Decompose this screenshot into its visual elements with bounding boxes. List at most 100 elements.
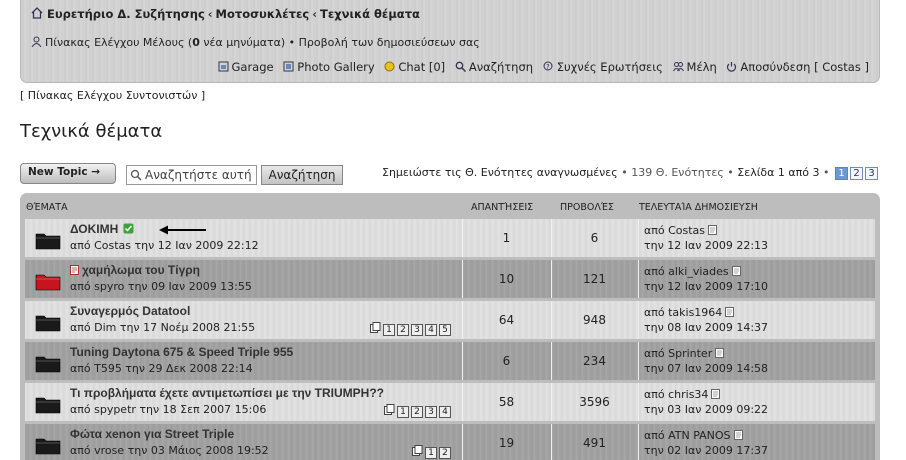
topic-title-link[interactable]: Συναγερμός Datatool xyxy=(70,304,190,318)
last-post-author: από Costas xyxy=(644,224,718,237)
view-count: 6 xyxy=(590,231,599,245)
topic-page-link[interactable]: 3 xyxy=(425,406,437,418)
members-icon xyxy=(672,62,684,72)
last-post-author: από chris34 xyxy=(644,388,721,401)
photo-gallery-icon xyxy=(283,61,294,72)
members-link[interactable]: Μέλη xyxy=(672,60,717,74)
topic-title-link[interactable]: ΔΟΚΙΜΗ xyxy=(70,222,134,236)
bullet: • xyxy=(727,166,734,179)
topic-page-link[interactable]: 1 xyxy=(397,406,409,418)
reply-count: 10 xyxy=(498,272,515,286)
reply-count: 6 xyxy=(502,354,511,368)
col-replies: ΑΠΑΝΤΉΣΕΙΣ xyxy=(471,202,534,213)
page-info: Σελίδα 1 από 3 xyxy=(737,166,820,179)
breadcrumb-item-index[interactable]: Ευρετήριο Δ. Συζήτησης xyxy=(47,7,205,21)
last-post-date: την 08 Ιαν 2009 14:37 xyxy=(644,321,769,334)
page-2-button[interactable]: 2 xyxy=(850,167,863,180)
topic-author: από spypetr την 18 Σεπ 2007 15:06 xyxy=(70,403,267,416)
bullet: • xyxy=(823,166,830,179)
topic-pages: 12 xyxy=(412,445,451,459)
table-row: Συναγερμός Datatool από Dim την 17 Νοέμ 2… xyxy=(25,301,875,339)
table-row: Tuning Daytona 675 & Speed Triple 955 από… xyxy=(25,342,875,380)
faq-icon: ? xyxy=(543,61,553,71)
attachment-icon xyxy=(70,265,79,275)
cell-divider xyxy=(638,260,639,298)
last-post-author: από ATN PANOS xyxy=(644,429,744,442)
topic-page-link[interactable]: 1 xyxy=(383,324,395,336)
topic-title-link[interactable]: Τι προβλήματα έχετε αντιμετωπίσει με την… xyxy=(70,386,384,400)
topic-count: 139 Θ. Ενότητες xyxy=(631,166,724,179)
moderator-panel-link[interactable]: [ Πίνακας Ελέγχου Συντονιστών ] xyxy=(20,89,205,102)
topic-page-link[interactable]: 5 xyxy=(439,324,451,336)
garage-icon xyxy=(218,61,228,72)
chat-link[interactable]: Chat [0] xyxy=(384,60,445,74)
go-to-post-icon[interactable] xyxy=(731,266,742,276)
search-placeholder: Αναζητήστε αυτή xyxy=(145,168,252,182)
topic-page-link[interactable]: 2 xyxy=(439,447,451,459)
view-posts-link[interactable]: Προβολή των δημοσιεύσεων σας xyxy=(299,36,480,49)
cell-divider xyxy=(638,301,639,339)
table-header: ΘΈΜΑΤΑ ΑΠΑΝΤΉΣΕΙΣ ΠΡΟΒΟΛΈΣ ΤΕΛΕΥΤΑΊΑ ΔΗΜ… xyxy=(20,193,880,217)
new-topic-button[interactable]: New Topic → xyxy=(20,163,116,184)
last-post-date: την 12 Ιαν 2009 22:13 xyxy=(644,239,769,252)
search-link[interactable]: Αναζήτηση xyxy=(455,60,533,74)
page-title: Τεχνικά θέματα xyxy=(20,121,163,142)
multipage-icon xyxy=(370,322,381,333)
topic-page-link[interactable]: 2 xyxy=(411,406,423,418)
garage-link[interactable]: Garage xyxy=(218,60,274,74)
view-count: 948 xyxy=(583,313,606,327)
page-3-button[interactable]: 3 xyxy=(865,167,878,180)
go-to-post-icon[interactable] xyxy=(708,225,718,235)
logout-link[interactable]: Αποσύνδεση [ Costas ] xyxy=(726,60,869,74)
last-post-date: την 12 Ιαν 2009 17:10 xyxy=(644,280,769,293)
multipage-icon xyxy=(384,404,395,415)
check-icon xyxy=(123,223,134,234)
mark-read-link[interactable]: Σημειώστε τις Θ. Ενότητες αναγνωσμένες xyxy=(382,166,618,179)
page-1-button[interactable]: 1 xyxy=(835,167,848,180)
search-input[interactable]: Αναζητήστε αυτή xyxy=(126,165,257,185)
topic-author: από T595 την 29 Δεκ 2008 22:14 xyxy=(70,362,253,375)
faq-link[interactable]: ? Συχνές Ερωτήσεις xyxy=(543,60,663,74)
topic-pages: 12345 xyxy=(370,322,451,336)
col-last-post: ΤΕΛΕΥΤΑΊΑ ΔΗΜΟΣΙΕΥΣΗ xyxy=(639,202,758,213)
cell-divider xyxy=(638,342,639,380)
last-post-author: από takis1964 xyxy=(644,306,735,319)
topic-title-link[interactable]: Tuning Daytona 675 & Speed Triple 955 xyxy=(70,345,293,359)
topic-pages: 1234 xyxy=(384,404,451,418)
topic-page-link[interactable]: 2 xyxy=(397,324,409,336)
go-to-post-icon[interactable] xyxy=(711,389,721,399)
power-icon xyxy=(727,62,737,72)
pagination-bar: Σημειώστε τις Θ. Ενότητες αναγνωσμένες •… xyxy=(382,166,878,180)
topic-author: από Dim την 17 Νοέμ 2008 21:55 xyxy=(70,321,256,334)
topic-author: από spyro την 09 Ιαν 2009 13:55 xyxy=(70,280,252,293)
cell-divider xyxy=(638,219,639,257)
breadcrumb-item-motorcycles[interactable]: Μοτοσυκλέτες xyxy=(216,7,310,21)
photo-gallery-link[interactable]: Photo Gallery xyxy=(283,60,375,74)
user-icon xyxy=(31,36,42,47)
member-row: Πίνακας Ελέγχου Μέλους (0 νέα μηνύματα) … xyxy=(31,36,480,49)
go-to-post-icon[interactable] xyxy=(725,307,735,317)
last-post-date: την 07 Ιαν 2009 14:58 xyxy=(644,362,769,375)
topic-title-link[interactable]: χαμήλωμα του Τίγρη xyxy=(70,263,200,277)
topic-page-link[interactable]: 4 xyxy=(425,324,437,336)
header-links: Garage Photo Gallery Chat [0] Αναζήτηση … xyxy=(212,60,869,74)
header-panel: Ευρετήριο Δ. Συζήτησης ‹ Μοτοσυκλέτες ‹ Τεχν… xyxy=(20,0,880,83)
chat-icon xyxy=(384,61,395,72)
view-count: 121 xyxy=(583,272,606,286)
col-topics: ΘΈΜΑΤΑ xyxy=(26,202,68,213)
member-panel-link[interactable]: Πίνακας Ελέγχου Μέλους (0 νέα μηνύματα) xyxy=(45,36,285,49)
topic-page-link[interactable]: 1 xyxy=(425,447,437,459)
go-to-post-icon[interactable] xyxy=(715,348,725,358)
reply-count: 19 xyxy=(498,436,515,450)
home-icon[interactable] xyxy=(31,7,43,19)
hot-folder-icon xyxy=(35,274,61,291)
search-button[interactable]: Αναζήτηση xyxy=(261,165,343,185)
go-to-post-icon[interactable] xyxy=(733,430,744,440)
topic-author: από Costas την 12 Ιαν 2009 22:12 xyxy=(70,239,259,252)
folder-icon xyxy=(35,438,61,455)
topic-title-link[interactable]: Φώτα xenon για Street Triple xyxy=(70,427,234,441)
topic-table: ΘΈΜΑΤΑ ΑΠΑΝΤΉΣΕΙΣ ΠΡΟΒΟΛΈΣ ΤΕΛΕΥΤΑΊΑ ΔΗΜ… xyxy=(20,193,880,460)
topic-page-link[interactable]: 3 xyxy=(411,324,423,336)
breadcrumb-item-technical[interactable]: Τεχνικά θέματα xyxy=(320,7,420,21)
topic-page-link[interactable]: 4 xyxy=(439,406,451,418)
